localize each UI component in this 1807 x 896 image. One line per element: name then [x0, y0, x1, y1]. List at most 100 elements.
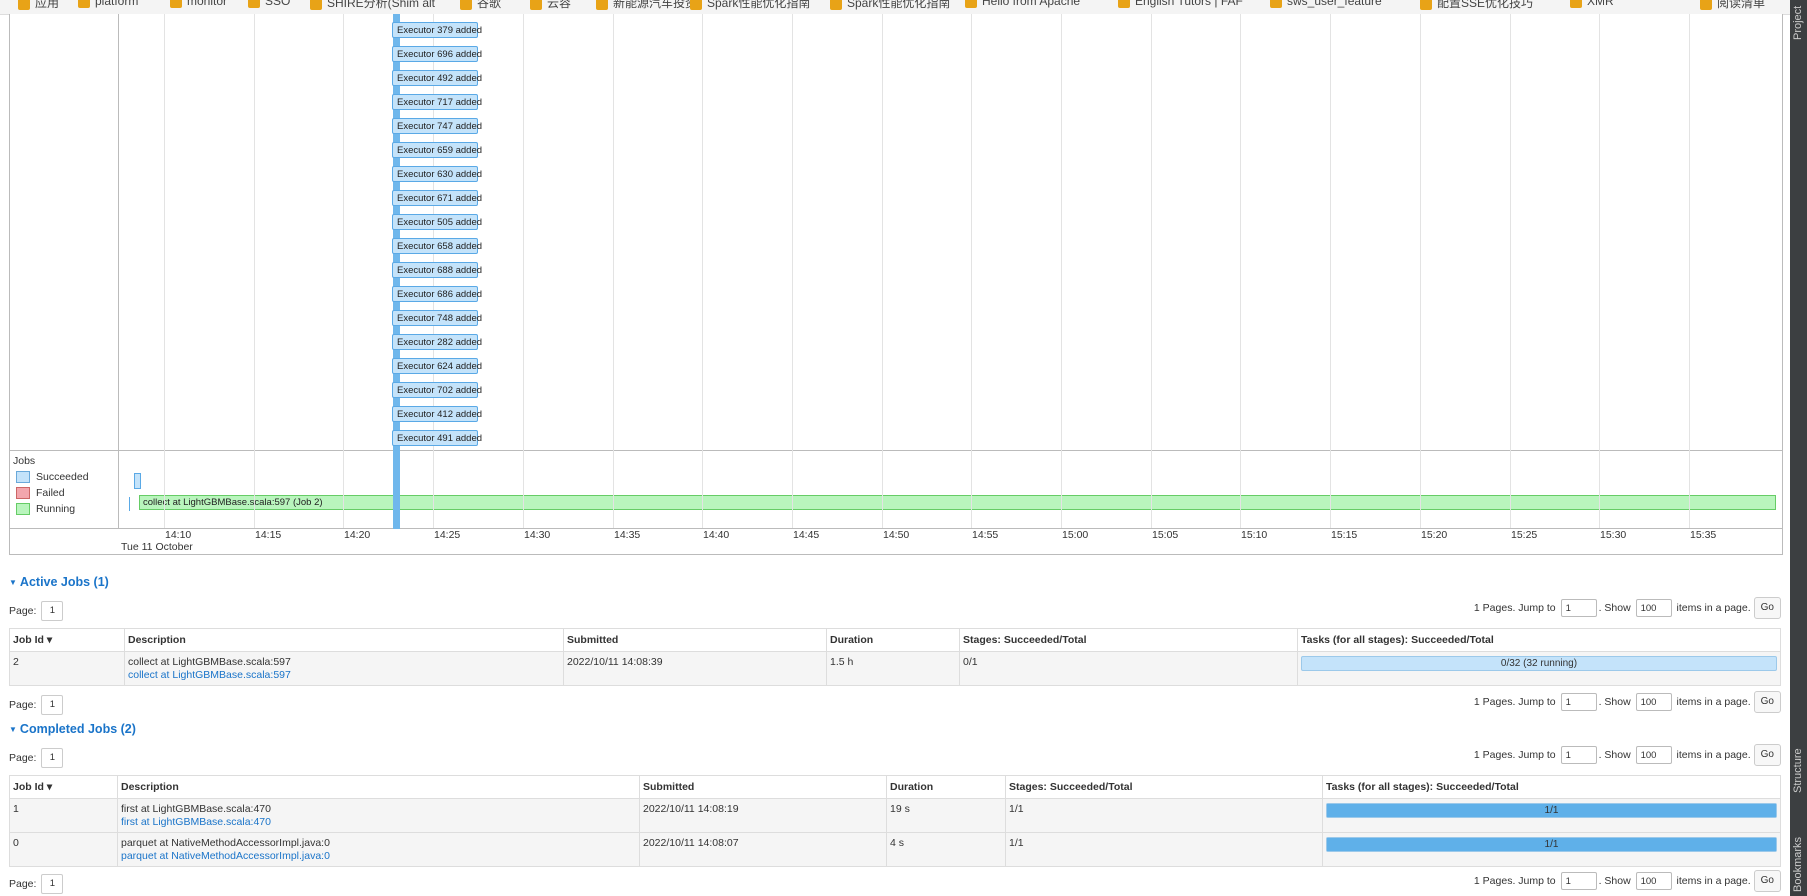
bookmark-icon — [830, 0, 842, 10]
collapse-caret-icon: ▼ — [9, 578, 17, 588]
executor-added-event[interactable]: Executor 747 added — [392, 118, 482, 134]
executor-added-event[interactable]: Executor 630 added — [392, 166, 482, 182]
page-number-link[interactable]: 1 — [41, 601, 64, 621]
submitted-header[interactable]: Submitted — [639, 775, 887, 799]
stages-header[interactable]: Stages: Succeeded/Total — [959, 628, 1298, 652]
description-header[interactable]: Description — [117, 775, 640, 799]
description-header[interactable]: Description — [124, 628, 564, 652]
submitted-header[interactable]: Submitted — [563, 628, 827, 652]
running-job-bar[interactable]: collect at LightGBMBase.scala:597 (Job 2… — [139, 495, 1776, 510]
executor-added-event[interactable]: Executor 492 added — [392, 70, 482, 86]
bookmark-item[interactable]: Spark性能优化指南 — [830, 0, 950, 11]
timeline-label-divider — [118, 14, 119, 528]
duration-header[interactable]: Duration — [826, 628, 960, 652]
bookmark-item[interactable]: platform — [78, 0, 138, 8]
bookmark-item[interactable]: 应用 — [18, 0, 59, 11]
tasks-cell: 1/1 — [1322, 832, 1781, 867]
go-button[interactable]: Go — [1753, 597, 1781, 619]
jobs-legend-title: Jobs — [13, 455, 36, 467]
bookmark-item[interactable]: 配置SSE优化技巧 — [1420, 0, 1533, 11]
page-size-input[interactable]: 100 — [1635, 872, 1672, 890]
executor-added-event[interactable]: Executor 659 added — [392, 142, 482, 158]
executor-added-event[interactable]: Executor 696 added — [392, 46, 482, 62]
completed-jobs-pager-top: Page: 1 1 Pages. Jump to 1. Show 100 item… — [9, 744, 1781, 768]
executor-added-event[interactable]: Executor 505 added — [392, 214, 482, 230]
bookmark-label: English Tutors | FAF — [1135, 0, 1243, 8]
grid-line — [702, 14, 703, 528]
tasks-cell: 1/1 — [1322, 798, 1781, 833]
bookmark-item[interactable]: Hello from Apache — [965, 0, 1080, 8]
bookmark-item[interactable]: SSO — [248, 0, 290, 8]
submitted-cell: 2022/10/11 14:08:07 — [639, 832, 887, 867]
executor-added-event[interactable]: Executor 379 added — [392, 22, 482, 38]
executor-added-event[interactable]: Executor 658 added — [392, 238, 482, 254]
executor-added-event[interactable]: Executor 282 added — [392, 334, 482, 350]
completed-jobs-toggle[interactable]: ▼ Completed Jobs (2) — [9, 722, 136, 736]
job-description-link[interactable]: collect at LightGBMBase.scala:597 — [128, 669, 560, 681]
tasks-header[interactable]: Tasks (for all stages): Succeeded/Total — [1297, 628, 1781, 652]
legend-failed-label: Failed — [36, 487, 65, 499]
executor-added-event[interactable]: Executor 688 added — [392, 262, 482, 278]
time-tick-label: 14:25 — [434, 529, 461, 541]
executor-added-event[interactable]: Executor 412 added — [392, 406, 482, 422]
grid-line — [1510, 14, 1511, 528]
pages-text: 1 Pages. Jump to — [1473, 748, 1556, 761]
event-timeline[interactable]: Jobs Succeeded Failed Running collect at… — [9, 14, 1783, 555]
executor-added-event[interactable]: Executor 624 added — [392, 358, 482, 374]
job-description-link[interactable]: parquet at NativeMethodAccessorImpl.java… — [121, 850, 636, 862]
executor-added-event[interactable]: Executor 491 added — [392, 430, 482, 446]
page-size-input[interactable]: 100 — [1635, 693, 1672, 711]
page-number-link[interactable]: 1 — [41, 874, 64, 894]
bookmark-item[interactable]: 新能源汽车投资 — [596, 0, 697, 11]
grid-line — [613, 14, 614, 528]
bookmark-item[interactable]: 阅读清单 — [1700, 0, 1765, 11]
time-tick-label: 15:15 — [1331, 529, 1358, 541]
succeeded-job-marker[interactable] — [134, 473, 141, 489]
job-id-cell: 1 — [9, 798, 118, 833]
go-button[interactable]: Go — [1753, 691, 1781, 713]
jump-to-page-input[interactable]: 1 — [1560, 599, 1597, 617]
jump-to-page-input[interactable]: 1 — [1560, 746, 1597, 764]
tasks-header[interactable]: Tasks (for all stages): Succeeded/Total — [1322, 775, 1781, 799]
job-description-link[interactable]: first at LightGBMBase.scala:470 — [121, 816, 636, 828]
bookmarks-tool-tab[interactable]: Bookmarks — [1792, 810, 1805, 892]
executor-added-event[interactable]: Executor 671 added — [392, 190, 482, 206]
grid-line — [1240, 14, 1241, 528]
bookmark-item[interactable]: 谷歌 — [460, 0, 501, 11]
grid-line — [1420, 14, 1421, 528]
bookmark-item[interactable]: SHIRE分析(Shim alt — [310, 0, 435, 11]
bookmark-item[interactable]: English Tutors | FAF — [1118, 0, 1243, 8]
executor-added-event[interactable]: Executor 686 added — [392, 286, 482, 302]
duration-header[interactable]: Duration — [886, 775, 1006, 799]
active-jobs-toggle[interactable]: ▼ Active Jobs (1) — [9, 575, 109, 589]
go-button[interactable]: Go — [1753, 744, 1781, 766]
page-size-input[interactable]: 100 — [1635, 746, 1672, 764]
grid-line — [882, 14, 883, 528]
tasks-progress-text: 0/32 (32 running) — [1500, 658, 1578, 669]
project-tool-tab[interactable]: Project — [1792, 0, 1805, 40]
job-id-header[interactable]: Job Id ▾ — [9, 775, 118, 799]
go-button[interactable]: Go — [1753, 870, 1781, 892]
structure-tool-tab[interactable]: Structure — [1792, 725, 1805, 793]
bookmark-item[interactable]: monitor — [170, 0, 227, 8]
page-size-input[interactable]: 100 — [1635, 599, 1672, 617]
executor-added-event[interactable]: Executor 748 added — [392, 310, 482, 326]
job-tick-marker — [129, 497, 130, 511]
jump-to-page-input[interactable]: 1 — [1560, 693, 1597, 711]
bookmark-icon — [1118, 0, 1130, 8]
bookmark-item[interactable]: XMR — [1570, 0, 1614, 8]
executor-added-event[interactable]: Executor 702 added — [392, 382, 482, 398]
jump-to-page-input[interactable]: 1 — [1560, 872, 1597, 890]
bookmark-icon — [170, 0, 182, 8]
bookmark-label: SSO — [265, 0, 291, 8]
bookmark-item[interactable]: 云容 — [530, 0, 571, 11]
bookmark-item[interactable]: sws_user_feature — [1270, 0, 1382, 8]
job-id-header[interactable]: Job Id ▾ — [9, 628, 125, 652]
page-number-link[interactable]: 1 — [41, 695, 64, 715]
stages-header[interactable]: Stages: Succeeded/Total — [1005, 775, 1323, 799]
page-number-link[interactable]: 1 — [41, 748, 64, 768]
bookmark-item[interactable]: Spark性能优化指南 — [690, 0, 810, 11]
bookmark-icon — [310, 0, 322, 10]
bookmark-label: 应用 — [35, 0, 60, 10]
executor-added-event[interactable]: Executor 717 added — [392, 94, 482, 110]
